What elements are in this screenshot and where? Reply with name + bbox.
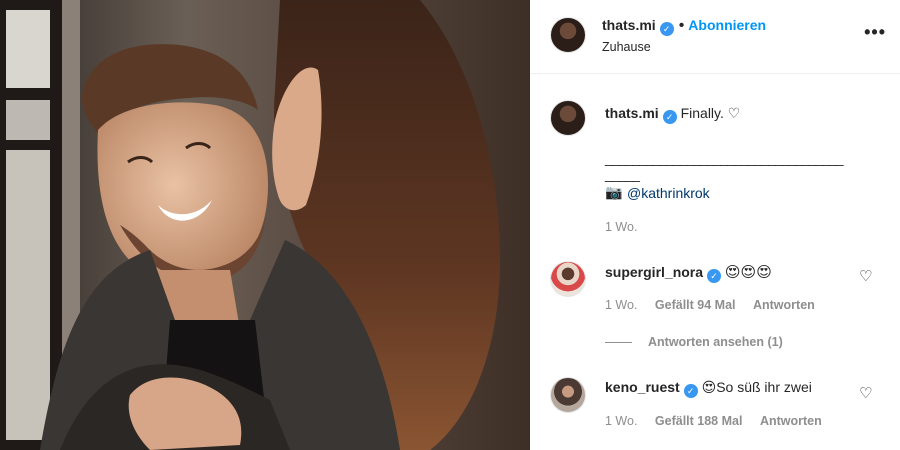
- reply-button[interactable]: Antworten: [760, 414, 822, 428]
- view-replies-divider: [605, 341, 632, 343]
- verified-badge-icon: ✓: [683, 384, 698, 398]
- follow-button[interactable]: Abonnieren: [688, 17, 766, 33]
- post-photo[interactable]: [0, 0, 530, 450]
- verified-badge-icon: ✓: [707, 269, 722, 283]
- caption-mention-link[interactable]: @kathrinkrok: [627, 185, 710, 201]
- verified-badge-icon: ✓: [662, 110, 677, 124]
- author-line: thats.mi ✓ • Abonnieren: [602, 17, 766, 36]
- comment-meta: 1 Wo. Gefällt 188 Mal Antworten: [605, 414, 836, 428]
- post-header: thats.mi ✓ • Abonnieren Zuhause •••: [530, 0, 900, 74]
- heart-outline-icon[interactable]: ♡: [859, 386, 873, 401]
- verified-badge-icon: ✓: [659, 22, 674, 36]
- view-replies-button[interactable]: Antworten ansehen (1): [605, 335, 783, 349]
- caption-separator: ___________________________________: [605, 150, 844, 166]
- caption-author-avatar[interactable]: [550, 100, 586, 136]
- post-photo-image: [0, 0, 530, 450]
- caption-separator-continued: _____: [605, 166, 640, 182]
- post-location[interactable]: Zuhause: [602, 40, 651, 54]
- comment-username[interactable]: supergirl_nora: [605, 264, 703, 280]
- more-options-icon[interactable]: •••: [864, 22, 886, 43]
- separator-dot: •: [678, 17, 685, 34]
- caption-text: Finally. ♡: [680, 105, 741, 121]
- view-replies-label: Antworten ansehen (1): [648, 335, 783, 349]
- comment-avatar-supergirl-nora[interactable]: [550, 261, 586, 297]
- comment-likes[interactable]: Gefällt 94 Mal: [655, 298, 736, 312]
- camera-icon: 📷: [605, 184, 623, 200]
- comment-avatar-keno-ruest[interactable]: [550, 377, 586, 413]
- reply-button[interactable]: Antworten: [753, 298, 815, 312]
- comment-text: 😍😍😍: [724, 264, 772, 281]
- author-avatar[interactable]: [550, 17, 586, 53]
- author-username[interactable]: thats.mi: [602, 17, 656, 33]
- comment-meta: 1 Wo. Gefällt 94 Mal Antworten: [605, 298, 829, 312]
- comment-line: supergirl_nora ✓ 😍😍😍: [605, 263, 772, 283]
- post-details-panel: thats.mi ✓ • Abonnieren Zuhause ••• thats.m…: [530, 0, 900, 450]
- caption-timestamp[interactable]: 1 Wo.: [605, 220, 637, 234]
- comment-line: keno_ruest ✓ 😍So süß ihr zwei: [605, 379, 812, 398]
- comment-likes[interactable]: Gefällt 188 Mal: [655, 414, 743, 428]
- caption-text-line: thats.mi ✓ Finally. ♡: [605, 104, 875, 124]
- comment-timestamp[interactable]: 1 Wo.: [605, 298, 637, 312]
- comment-timestamp[interactable]: 1 Wo.: [605, 414, 637, 428]
- caption-author-username[interactable]: thats.mi: [605, 105, 659, 121]
- comment-username[interactable]: keno_ruest: [605, 379, 680, 395]
- comment-text: 😍So süß ihr zwei: [701, 379, 812, 395]
- heart-outline-icon[interactable]: ♡: [859, 269, 873, 284]
